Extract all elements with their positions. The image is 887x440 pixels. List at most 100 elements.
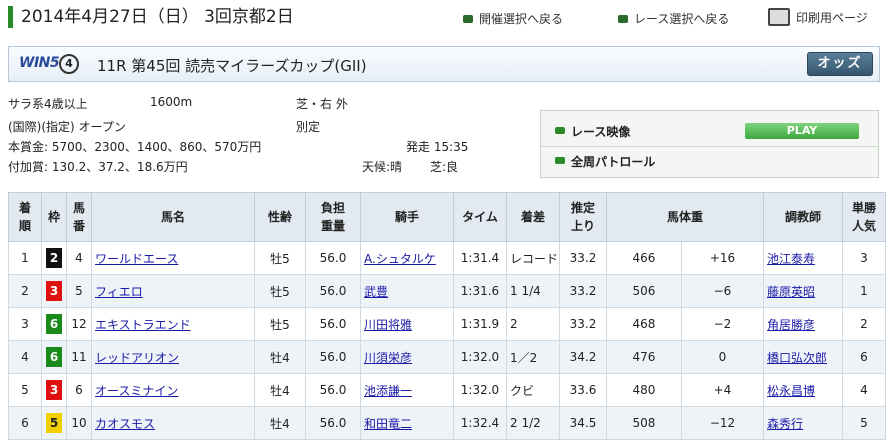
trainer-name[interactable]: 松永昌博: [763, 373, 843, 407]
up-cell: 33.2: [559, 241, 607, 275]
table-row: 4 6 11 レッドアリオン 牡4 56.0 川須栄彦 1:32.0 1／2 34.2 476 0 橋口…: [8, 340, 886, 374]
up-cell: 33.2: [559, 274, 607, 308]
waku-badge: 3: [46, 380, 62, 400]
trainer-name[interactable]: 池江泰寿: [763, 241, 843, 275]
horse-name[interactable]: ワールドエース: [91, 241, 255, 275]
table-row: 5 3 6 オースミナイン 牡4 56.0 池添謙一 1:32.0 クビ 33.6 480 +4 松永昌…: [8, 373, 886, 407]
patrol-video-row[interactable]: 全周パトロール: [541, 145, 878, 176]
race-class: (国際)(指定) オープン: [8, 120, 126, 134]
trainer-name-link[interactable]: 角居勝彦: [767, 318, 815, 332]
time-cell: 1:32.0: [453, 373, 507, 407]
trainer-name-link[interactable]: 橋口弘次郎: [767, 351, 827, 365]
up-cell: 34.2: [559, 340, 607, 374]
sexage-cell: 牡4: [254, 406, 306, 440]
trainer-name-link[interactable]: 松永昌博: [767, 384, 815, 398]
bodyweight-diff-cell: 0: [680, 340, 765, 374]
bodyweight-cell: 468: [606, 307, 682, 341]
video-icon: [555, 127, 565, 134]
jockey-name[interactable]: 武豊: [360, 274, 454, 308]
trainer-name[interactable]: 角居勝彦: [763, 307, 843, 341]
jockey-name[interactable]: 川須栄彦: [360, 340, 454, 374]
col-pop: 単勝 人気: [842, 192, 886, 242]
num-cell: 10: [66, 406, 92, 440]
weight-cell: 56.0: [305, 340, 361, 374]
col-num: 馬番: [66, 192, 92, 242]
sexage-cell: 牡5: [254, 307, 306, 341]
horse-name-link[interactable]: カオスモス: [95, 417, 155, 431]
weight-cell: 56.0: [305, 307, 361, 341]
num-cell: 6: [66, 373, 92, 407]
margin-cell: 2: [506, 307, 560, 341]
jockey-name[interactable]: 和田竜二: [360, 406, 454, 440]
rank-cell: 6: [8, 406, 42, 440]
play-button[interactable]: PLAY: [745, 123, 859, 139]
time-cell: 1:32.0: [453, 340, 507, 374]
waku-cell: 6: [41, 340, 67, 374]
trainer-name[interactable]: 藤原英昭: [763, 274, 843, 308]
print-page-link[interactable]: 印刷用ページ: [768, 8, 868, 26]
jockey-name-link[interactable]: 池添謙一: [364, 384, 412, 398]
back-to-meeting-link[interactable]: 開催選択へ戻る: [463, 10, 563, 27]
bodyweight-cell: 476: [606, 340, 682, 374]
rank-cell: 5: [8, 373, 42, 407]
weight-rule: 別定: [296, 120, 321, 134]
col-rank: 着順: [8, 192, 42, 242]
horse-name-link[interactable]: フィエロ: [95, 285, 143, 299]
jockey-name-link[interactable]: 和田竜二: [364, 417, 412, 431]
popularity-cell: 2: [842, 307, 886, 341]
race-condition: サラ系4歳以上: [8, 97, 88, 111]
jockey-name-link[interactable]: 武豊: [364, 285, 388, 299]
margin-cell: 2 1/2: [506, 406, 560, 440]
race-name: 11R 第45回 読売マイラーズカップ(GII): [97, 57, 367, 75]
trainer-name-link[interactable]: 森秀行: [767, 417, 803, 431]
waku-cell: 6: [41, 307, 67, 341]
added-prize: 付加賞: 130.2、37.2、18.6万円: [8, 160, 188, 174]
horse-name[interactable]: フィエロ: [91, 274, 255, 308]
jockey-name-link[interactable]: 川田将雅: [364, 318, 412, 332]
horse-name-link[interactable]: ワールドエース: [95, 252, 178, 266]
table-row: 2 3 5 フィエロ 牡5 56.0 武豊 1:31.6 1 1/4 33.2 506 −6 藤原英昭 1: [8, 274, 886, 308]
jockey-name[interactable]: 池添謙一: [360, 373, 454, 407]
col-weight: 負担 重量: [305, 192, 361, 242]
horse-name-link[interactable]: エキストラエンド: [95, 318, 191, 332]
jockey-name[interactable]: 川田将雅: [360, 307, 454, 341]
popularity-cell: 5: [842, 406, 886, 440]
trainer-name-link[interactable]: 藤原英昭: [767, 285, 815, 299]
race-video-row: レース映像 PLAY: [541, 115, 878, 147]
top-bar: 2014年4月27日（日） 3回京都2日 開催選択へ戻る レース選択へ戻る 印刷…: [0, 0, 887, 36]
race-distance: 1600m: [150, 95, 193, 109]
horse-name-link[interactable]: レッドアリオン: [95, 351, 179, 365]
weight-cell: 56.0: [305, 241, 361, 275]
start-time: 発走 15:35: [406, 140, 469, 154]
waku-badge: 3: [46, 281, 62, 301]
printer-icon: [768, 8, 790, 26]
weight-cell: 56.0: [305, 373, 361, 407]
horse-name-link[interactable]: オースミナイン: [95, 384, 178, 398]
horse-name[interactable]: オースミナイン: [91, 373, 255, 407]
rank-cell: 1: [8, 241, 42, 275]
patrol-video-label: 全周パトロール: [571, 155, 656, 169]
margin-cell: 1／2: [506, 340, 560, 374]
col-horse: 馬名: [91, 192, 255, 242]
num-cell: 4: [66, 241, 92, 275]
bodyweight-diff-cell: −2: [680, 307, 765, 341]
odds-button[interactable]: オッズ: [807, 52, 873, 76]
trainer-name-link[interactable]: 池江泰寿: [767, 252, 815, 266]
num-cell: 12: [66, 307, 92, 341]
time-cell: 1:32.4: [453, 406, 507, 440]
horse-name[interactable]: レッドアリオン: [91, 340, 255, 374]
horse-name[interactable]: カオスモス: [91, 406, 255, 440]
back-to-race-label: レース選択へ戻る: [634, 12, 730, 26]
trainer-name[interactable]: 森秀行: [763, 406, 843, 440]
horse-name[interactable]: エキストラエンド: [91, 307, 255, 341]
rank-cell: 3: [8, 307, 42, 341]
jockey-name[interactable]: A.シュタルケ: [360, 241, 454, 275]
back-to-race-link[interactable]: レース選択へ戻る: [618, 10, 729, 27]
results-table: 着順 枠 馬番 馬名 性齢 負担 重量 騎手 タイム 着差 推定 上り 馬体重 調教…: [8, 192, 886, 440]
jockey-name-link[interactable]: 川須栄彦: [364, 351, 412, 365]
bodyweight-cell: 466: [606, 241, 682, 275]
margin-cell: 1 1/4: [506, 274, 560, 308]
trainer-name[interactable]: 橋口弘次郎: [763, 340, 843, 374]
jockey-name-link[interactable]: A.シュタルケ: [364, 252, 436, 266]
col-trainer: 調教師: [763, 192, 843, 242]
